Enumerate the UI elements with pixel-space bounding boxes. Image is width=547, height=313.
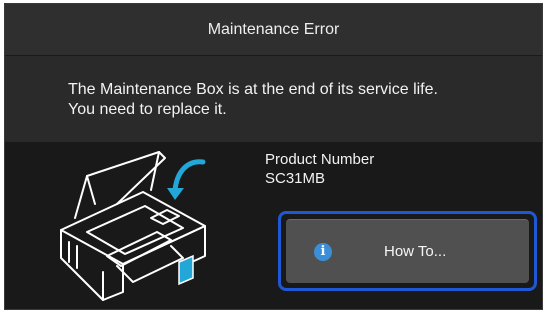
printer-panel-screen: Maintenance Error The Maintenance Box is… bbox=[4, 3, 543, 310]
printer-illustration bbox=[60, 151, 206, 301]
info-icon: i bbox=[314, 242, 332, 261]
howto-focus-ring: i How To... bbox=[278, 211, 537, 291]
product-info: Product Number SC31MB bbox=[265, 150, 374, 188]
product-number-label: Product Number bbox=[265, 151, 375, 168]
howto-button-label: How To... bbox=[384, 242, 447, 260]
error-message-line: The Maintenance Box is at the end of its… bbox=[68, 81, 438, 98]
error-message: The Maintenance Box is at the end of its… bbox=[5, 56, 542, 142]
dialog-title: Maintenance Error bbox=[5, 4, 542, 56]
error-message-line: You need to replace it. bbox=[68, 101, 227, 118]
product-number-value: SC31MB bbox=[265, 170, 326, 187]
content-area: Product Number SC31MB i How To... bbox=[5, 142, 542, 309]
howto-button[interactable]: i How To... bbox=[286, 219, 529, 283]
